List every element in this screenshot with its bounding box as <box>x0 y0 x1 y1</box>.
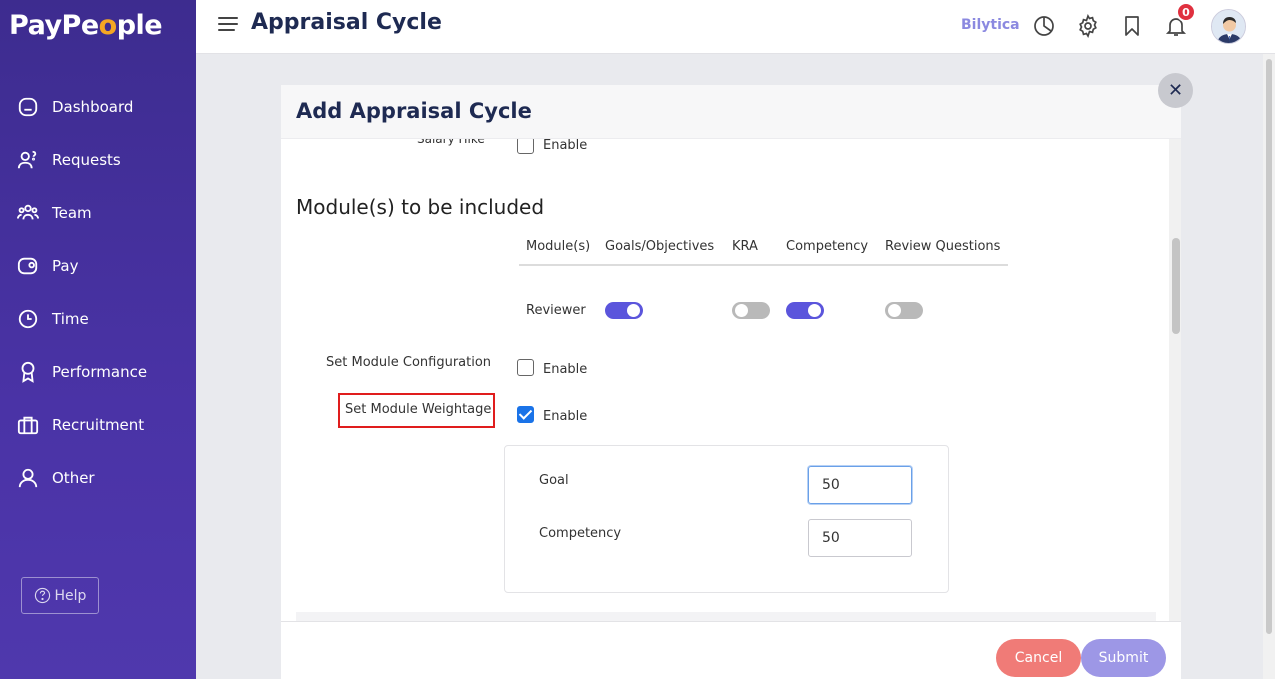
column-header-goals: Goals/Objectives <box>605 239 715 254</box>
paypeople-logo[interactable]: PayPeople <box>9 10 163 41</box>
set-module-configuration-label: Set Module Configuration <box>326 355 492 370</box>
salary-hike-checkbox[interactable] <box>517 139 534 154</box>
sidebar-item-other[interactable]: Other <box>0 451 196 504</box>
award-icon <box>21 361 35 383</box>
logo-dot: o <box>98 10 118 41</box>
sidebar-item-label: Time <box>52 309 89 328</box>
sidebar-item-label: Requests <box>52 150 121 169</box>
goal-weight-label: Goal <box>539 473 569 488</box>
set-module-weightage-checkbox[interactable] <box>517 406 534 423</box>
sidebar-nav: Dashboard Requests Team Pay Time Perform… <box>0 80 196 504</box>
help-circle-icon <box>34 587 50 604</box>
modal-header: Add Appraisal Cycle <box>281 85 1181 139</box>
set-module-weightage-label: Set Module Weightage <box>345 402 492 417</box>
set-module-configuration-checkbox[interactable] <box>517 359 534 376</box>
notification-badge: 0 <box>1176 2 1196 22</box>
reviewer-label: Reviewer <box>526 303 586 318</box>
table-divider <box>519 264 1008 266</box>
modal-title: Add Appraisal Cycle <box>296 99 532 123</box>
help-button[interactable]: Help <box>21 577 99 614</box>
avatar[interactable] <box>1211 9 1246 44</box>
menu-icon[interactable] <box>218 17 238 33</box>
sidebar: PayPeople Dashboard Requests Team Pay Ti… <box>0 0 196 679</box>
clock-icon <box>18 309 38 328</box>
company-name[interactable]: Bilytica <box>961 17 1020 33</box>
pie-chart-icon[interactable] <box>1032 14 1056 38</box>
column-header-modules: Module(s) <box>526 239 591 254</box>
salary-hike-enable-label: Enable <box>543 138 588 153</box>
gear-icon[interactable] <box>1076 13 1100 39</box>
logo-suffix: ple <box>116 10 163 41</box>
set-module-weightage-enable-label: Enable <box>543 409 588 424</box>
home-icon <box>18 97 38 116</box>
sidebar-item-requests[interactable]: Requests <box>0 133 196 186</box>
competency-weight-label: Competency <box>539 526 622 541</box>
sidebar-item-label: Performance <box>52 362 148 381</box>
column-header-review-questions: Review Questions <box>885 239 1001 254</box>
reviewer-kra-toggle[interactable] <box>732 302 770 319</box>
wallet-icon <box>17 257 38 274</box>
sidebar-item-recruitment[interactable]: Recruitment <box>0 398 196 451</box>
cancel-button[interactable]: Cancel <box>996 639 1081 677</box>
modules-section-title: Module(s) to be included <box>296 195 545 219</box>
modal-footer: Cancel Submit <box>281 621 1181 679</box>
page-title: Appraisal Cycle <box>251 10 442 35</box>
add-appraisal-cycle-modal: Add Appraisal Cycle Salary Hike Enable M… <box>281 85 1181 679</box>
top-header: Appraisal Cycle Bilytica <box>196 0 1275 54</box>
sidebar-item-dashboard[interactable]: Dashboard <box>0 80 196 133</box>
reviewer-goals-toggle[interactable] <box>605 302 643 319</box>
column-header-kra: KRA <box>732 239 758 254</box>
reviewer-review-questions-toggle[interactable] <box>885 302 923 319</box>
close-modal-button[interactable]: ✕ <box>1158 73 1193 108</box>
sidebar-item-pay[interactable]: Pay <box>0 239 196 292</box>
sidebar-item-label: Team <box>52 203 92 222</box>
bookmark-icon[interactable] <box>1120 14 1144 38</box>
modal-scrollbar-thumb[interactable] <box>1172 238 1180 334</box>
close-icon: ✕ <box>1167 80 1184 101</box>
page-scrollbar[interactable] <box>1263 54 1275 679</box>
modal-scrollbar[interactable] <box>1169 139 1181 621</box>
reviewer-competency-toggle[interactable] <box>786 302 824 319</box>
user-icon <box>18 468 38 487</box>
sidebar-item-label: Other <box>52 468 95 487</box>
person-question-icon <box>17 150 37 168</box>
help-label: Help <box>54 587 87 604</box>
briefcase-icon <box>17 416 39 434</box>
sidebar-item-label: Recruitment <box>52 415 145 434</box>
sidebar-item-label: Pay <box>52 256 79 275</box>
team-icon <box>17 204 39 219</box>
column-header-competency: Competency <box>786 239 869 254</box>
sidebar-item-performance[interactable]: Performance <box>0 345 196 398</box>
sidebar-item-team[interactable]: Team <box>0 186 196 239</box>
set-module-configuration-enable-label: Enable <box>543 362 588 377</box>
sidebar-item-label: Dashboard <box>52 97 134 116</box>
submit-button[interactable]: Submit <box>1081 639 1166 677</box>
logo-prefix: PayPe <box>9 10 99 41</box>
competency-weight-input[interactable]: 50 <box>808 519 912 557</box>
sidebar-item-time[interactable]: Time <box>0 292 196 345</box>
goal-weight-input[interactable]: 50 <box>808 466 912 504</box>
